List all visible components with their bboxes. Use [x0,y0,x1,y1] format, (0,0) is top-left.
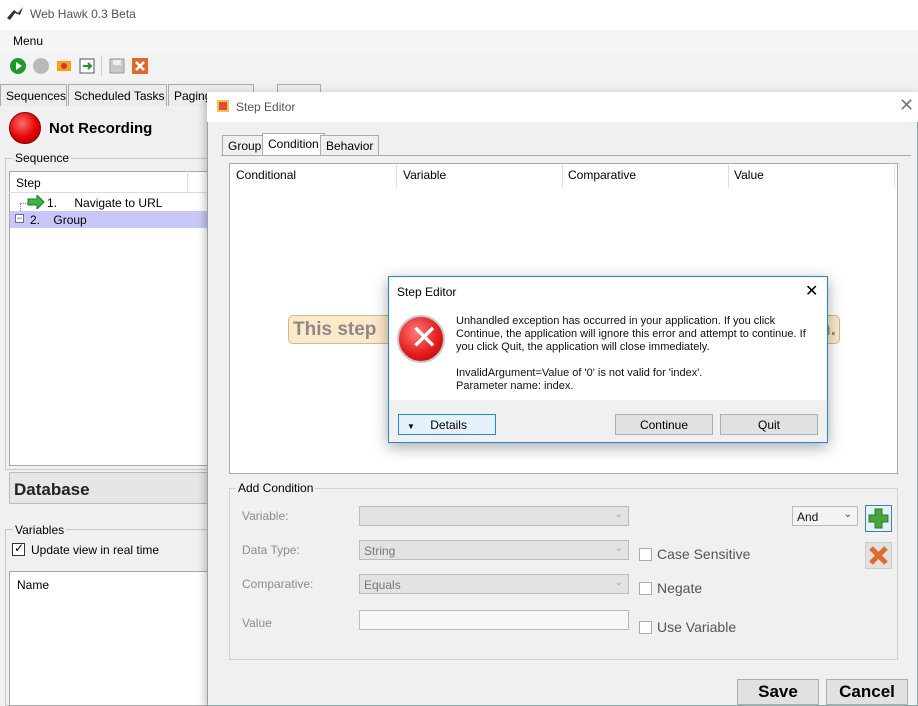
error-message-line2: Continue, the application will ignore th… [456,328,806,340]
step-item[interactable]: 1. Navigate to URL [47,196,162,210]
step-column-header: Step [16,176,41,190]
window-icon [217,100,229,112]
app-title: Web Hawk 0.3 Beta [30,7,136,21]
delete-icon [869,546,888,565]
continue-button[interactable]: Continue [615,414,713,435]
tab-sequences[interactable]: Sequences [0,84,67,106]
case-sensitive-checkbox[interactable] [639,548,652,561]
variables-list[interactable]: Name [9,571,209,706]
variable-combo[interactable]: ⌄ [359,506,629,526]
column-header-conditional: Conditional [236,168,297,182]
record-icon[interactable] [55,57,73,75]
tab-divider [221,155,911,156]
play-icon[interactable] [9,57,27,75]
step-editor-title: Step Editor [236,100,296,114]
delete-icon[interactable] [131,57,149,75]
chevron-down-icon: ⌄ [843,509,852,520]
error-detail-line1: InvalidArgument=Value of '0' is not vali… [456,367,703,379]
main-toolbar [0,52,918,80]
error-dialog-title: Step Editor [397,285,457,299]
update-realtime-checkbox[interactable] [12,541,25,556]
menu-item-menu[interactable]: Menu [13,34,43,48]
plus-icon [868,508,889,529]
database-panel[interactable]: Database [9,472,209,504]
add-condition-button[interactable] [865,505,892,532]
column-divider [562,165,563,187]
error-detail-line2: Parameter name: index. [456,380,574,392]
menu-bar: Menu [0,30,918,52]
chevron-down-icon: ⌄ [614,577,623,588]
banner-text-left: This step [293,319,377,340]
variable-label: Variable: [242,509,289,523]
negate-checkbox[interactable] [639,582,652,595]
column-header-comparative: Comparative [568,168,637,182]
value-label: Value [242,616,272,630]
value-input[interactable] [359,610,629,630]
close-icon[interactable]: ✕ [899,95,914,116]
column-divider [187,171,188,193]
chevron-down-icon: ⌄ [614,509,623,520]
caret-down-icon: ▼ [407,422,415,431]
export-icon[interactable] [78,57,96,75]
stop-icon[interactable] [32,57,50,75]
error-message-line1: Unhandled exception has occurred in your… [456,315,776,327]
variables-label: Variables [13,523,67,537]
datatype-label: Data Type: [242,543,300,557]
record-status-icon [9,112,41,144]
column-divider [396,165,397,187]
app-title-bar: Web Hawk 0.3 Beta [0,0,918,30]
save-icon[interactable] [108,57,126,75]
datatype-combo[interactable]: String ⌄ [359,540,629,560]
toolbar-divider [101,56,102,76]
error-icon: ✕ [397,315,445,363]
column-header-value: Value [734,168,764,182]
use-variable-checkbox[interactable] [639,621,652,634]
update-realtime-label: Update view in real time [31,543,160,557]
collapse-icon[interactable]: − [15,214,24,223]
column-header-variable: Variable [403,168,447,182]
details-button[interactable]: ▼ Details [398,414,496,435]
cancel-button[interactable]: Cancel [826,679,908,705]
save-button[interactable]: Save [737,679,819,705]
arrow-right-icon [27,195,45,209]
name-column-header: Name [17,578,50,592]
column-divider [728,165,729,187]
error-message-line3: you click Quit, the application will clo… [456,341,710,353]
close-icon[interactable]: ✕ [805,281,818,301]
tab-scheduled-tasks[interactable]: Scheduled Tasks [68,84,167,106]
case-sensitive-label: Case Sensitive [657,546,751,562]
column-divider [894,165,895,187]
chevron-down-icon: ⌄ [614,543,623,554]
logic-combo[interactable]: And ⌄ [792,506,858,526]
web-hawk-logo-icon [7,7,23,20]
quit-button[interactable]: Quit [720,414,818,435]
step-editor-title-bar: Step Editor ✕ [207,92,918,122]
add-condition-label: Add Condition [236,481,316,495]
tab-behavior[interactable]: Behavior [320,135,380,155]
comparative-label: Comparative: [242,577,314,591]
comparative-combo[interactable]: Equals ⌄ [359,574,629,594]
error-dialog-title-bar: Step Editor ✕ [389,277,827,305]
use-variable-label: Use Variable [657,619,737,635]
step-item-group: 2. Group [30,213,87,227]
sequence-label: Sequence [13,151,72,165]
remove-condition-button[interactable] [865,542,892,569]
tab-condition[interactable]: Condition [262,133,325,156]
record-status: Not Recording [49,120,153,137]
database-label: Database [14,480,90,499]
tree-header: Step [9,171,209,193]
negate-label: Negate [657,580,703,596]
tab-group[interactable]: Group [222,135,268,155]
